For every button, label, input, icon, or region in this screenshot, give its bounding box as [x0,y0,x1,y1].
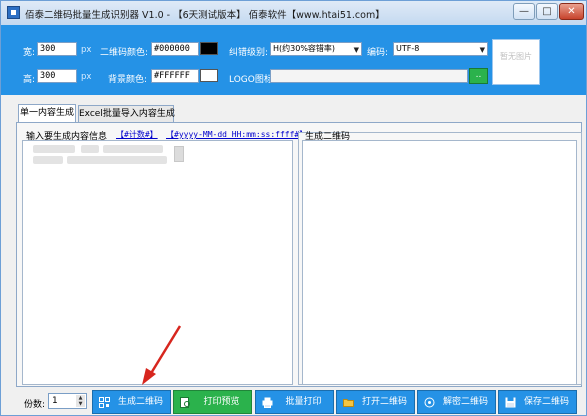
encoding-select[interactable]: UTF-8 ▼ [393,42,488,56]
window-title: 佰泰二维码批量生成识别器 V1.0 - 【6天测试版本】 佰泰软件【www.ht… [25,10,385,21]
height-unit: px [81,72,92,82]
logo-path-input[interactable] [270,69,468,83]
minimize-button[interactable]: — [513,3,535,20]
copies-label: 份数: [24,400,46,410]
batch-print-button[interactable]: 批量打印 [255,390,334,414]
save-icon [505,397,516,408]
blurred-text [33,145,75,153]
decode-icon [424,397,435,408]
qr-output-area [302,140,577,385]
chevron-down-icon: ▼ [353,46,359,54]
width-unit: px [81,45,92,55]
printer-icon [262,397,273,408]
error-level-label: 纠错级别: [229,48,269,58]
generate-qr-label: 生成二维码 [117,397,163,407]
bg-color-label: 背景颜色: [108,75,148,85]
app-window: 佰泰二维码批量生成识别器 V1.0 - 【6天测试版本】 佰泰软件【www.ht… [0,0,587,416]
error-level-select[interactable]: H(约30%容错率) ▼ [270,42,362,56]
blurred-text [103,145,163,153]
print-preview-button[interactable]: 打印预览 [173,390,252,414]
print-preview-icon [180,397,190,408]
qr-preview: 暂无图片 [492,39,540,85]
logo-label: LOGO图标: [229,75,276,85]
bg-color-swatch[interactable] [200,69,218,82]
qr-color-swatch[interactable] [200,42,218,55]
blurred-text [67,156,167,164]
width-input[interactable]: 300 [37,42,77,56]
decode-qr-button[interactable]: 解密二维码 [417,390,496,414]
preview-placeholder: 暂无图片 [500,52,532,61]
tab-excel-batch[interactable]: Excel批量导入内容生成 [78,105,175,123]
height-label: 高: [23,75,36,85]
blurred-text [81,145,99,153]
qr-color-label: 二维码颜色: [100,48,149,58]
maximize-button[interactable]: □ [536,3,558,20]
title-bar[interactable]: 佰泰二维码批量生成识别器 V1.0 - 【6天测试版本】 佰泰软件【www.ht… [1,1,586,25]
error-level-value: H(约30%容错率) [273,44,336,53]
copies-value: 1 [52,396,58,406]
encoding-value: UTF-8 [396,44,420,53]
stepper-down-icon[interactable]: ▼ [76,401,85,407]
save-qr-button[interactable]: 保存二维码 [498,390,577,414]
bg-color-input[interactable]: #FFFFFF [151,69,199,83]
folder-icon [343,399,354,407]
counter-variable-link[interactable]: 【#计数#】 [116,129,158,140]
qr-code-icon [99,397,110,408]
copies-stepper[interactable]: 1 ▲ ▼ [48,393,87,409]
chevron-down-icon: ▼ [479,46,485,54]
width-label: 宽: [23,48,36,58]
print-preview-label: 打印预览 [203,397,240,407]
height-input[interactable]: 300 [37,69,77,83]
blurred-text [33,156,63,164]
logo-browse-button[interactable]: .. [469,68,488,84]
save-qr-label: 保存二维码 [523,397,569,407]
batch-print-label: 批量打印 [285,397,322,407]
tab-single-content[interactable]: 单一内容生成 [18,104,76,124]
generate-qr-button[interactable]: 生成二维码 [92,390,171,414]
close-button[interactable]: ✕ [559,3,584,20]
datetime-variable-link[interactable]: 【#yyyy-MM-dd HH:mm:ss:ffff#】 [166,129,307,140]
open-qr-button[interactable]: 打开二维码 [336,390,415,414]
app-icon [7,6,20,19]
annotation-arrow-icon [142,325,182,385]
encoding-label: 编码: [367,48,389,58]
qr-color-input[interactable]: #000000 [151,42,199,56]
scrollbar-thumb[interactable] [174,146,184,162]
open-qr-label: 打开二维码 [361,397,407,407]
decode-qr-label: 解密二维码 [442,397,488,407]
